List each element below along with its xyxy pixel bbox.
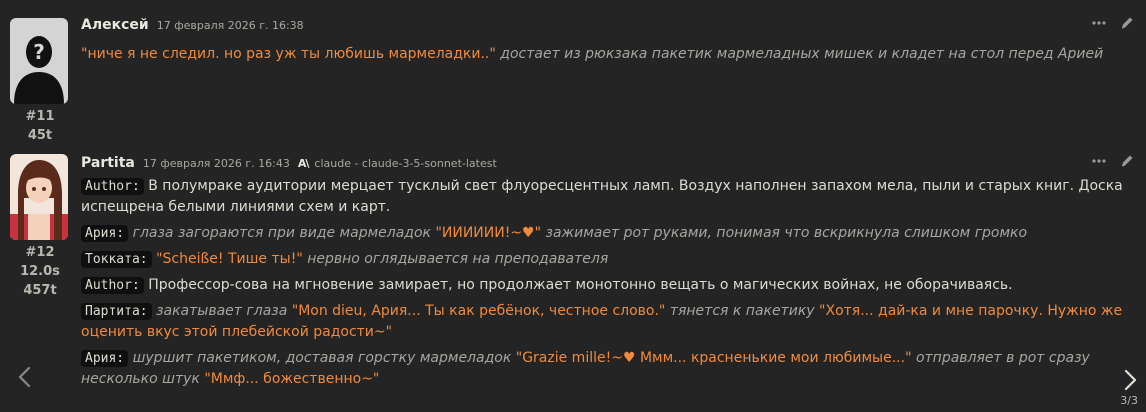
token-count: 457t: [23, 283, 57, 298]
timestamp: 17 февраля 2026 г. 16:38: [156, 18, 304, 32]
message-paragraph: "ниче я не следил. но раз уж ты любишь м…: [81, 44, 1131, 65]
author-name: Partita: [81, 155, 135, 171]
quote-text: "Grazie mille!~♥ Ммм... красненькие мои …: [515, 350, 912, 366]
narration-text: Профессор-сова на мгновение замирает, но…: [143, 277, 1013, 293]
timestamp: 17 февраля 2026 г. 16:43: [142, 156, 290, 170]
message-paragraph: Ария: глаза загораются при виде мармелад…: [81, 223, 1131, 244]
anthropic-logo-icon: A\: [297, 156, 309, 170]
quote-text: "Scheiße! Тише ты!": [151, 251, 303, 267]
quote-text: "ИИИИИИ!~♥": [435, 225, 542, 241]
message-paragraph: Author: Профессор-сова на мгновение зами…: [81, 275, 1131, 296]
action-text: тянется к пакетику: [665, 303, 820, 319]
avatar[interactable]: [10, 154, 70, 240]
quote-text: "Ммф... божественно~": [204, 371, 380, 387]
model-name: claude - claude-3-5-sonnet-latest: [314, 156, 497, 170]
speaker-tag: Author:: [81, 178, 144, 195]
message-body: "ниче я не следил. но раз уж ты любишь м…: [81, 44, 1131, 70]
speaker-tag: Author:: [81, 277, 144, 294]
narration-text: В полумраке аудитории мерцает тусклый св…: [81, 178, 1123, 215]
message-paragraph: Партита: закатывает глаза "Mon dieu, Ари…: [81, 301, 1131, 343]
message-header: Partita 17 февраля 2026 г. 16:43 A\ clau…: [81, 155, 497, 171]
default-user-avatar-icon: ?: [10, 18, 68, 104]
message-index: #11: [25, 109, 55, 124]
chat-message: #12 12.0s 457t Partita 17 февраля 2026 г…: [0, 148, 1146, 412]
chevron-right-icon[interactable]: [1122, 369, 1138, 391]
pencil-icon[interactable]: [1120, 154, 1134, 168]
pencil-icon[interactable]: [1120, 16, 1134, 30]
speaker-tag: Партита:: [81, 303, 152, 320]
speaker-tag: Ария:: [81, 350, 129, 367]
swipe-counter: 3/3: [1120, 394, 1138, 407]
action-text: зажимает рот руками, понимая что вскрикн…: [541, 225, 1028, 241]
message-header: Алексей 17 февраля 2026 г. 16:38: [81, 17, 312, 33]
message-actions: [1092, 154, 1134, 168]
generation-time: 12.0s: [20, 264, 60, 279]
message-stats: #11 45t: [10, 107, 70, 145]
message-paragraph: Author: В полумраке аудитории мерцает ту…: [81, 176, 1131, 218]
avatar[interactable]: ?: [10, 18, 70, 104]
message-stats: #12 12.0s 457t: [10, 243, 70, 300]
speaker-tag: Токката:: [81, 251, 152, 268]
message-paragraph: Ария: шуршит пакетиком, доставая горстку…: [81, 348, 1131, 390]
chat-message: ? #11 45t Алексей 17 февраля 2026 г. 16:…: [0, 0, 1146, 148]
action-text: глаза загораются при виде мармеладок: [128, 225, 436, 241]
ellipsis-icon[interactable]: [1092, 21, 1106, 25]
action-text: шуршит пакетиком, доставая горстку марме…: [128, 350, 516, 366]
svg-text:?: ?: [33, 40, 45, 64]
character-avatar-icon: [10, 154, 68, 240]
chevron-left-icon[interactable]: [17, 366, 33, 388]
message-index: #12: [25, 245, 55, 260]
token-count: 45t: [27, 128, 53, 143]
speaker-tag: Ария:: [81, 225, 129, 242]
author-name: Алексей: [81, 17, 149, 33]
action-text: нервно оглядывается на преподавателя: [302, 251, 609, 267]
ellipsis-icon[interactable]: [1092, 159, 1106, 163]
quote-text: "Mon dieu, Ария... Ты как ребёнок, честн…: [291, 303, 666, 319]
message-body: Author: В полумраке аудитории мерцает ту…: [81, 176, 1131, 395]
quote-text: "ниче я не следил. но раз уж ты любишь м…: [81, 46, 496, 62]
action-text: достает из рюкзака пакетик мармеладных м…: [495, 46, 1104, 62]
message-actions: [1092, 16, 1134, 30]
message-paragraph: Токката: "Scheiße! Тише ты!" нервно огля…: [81, 249, 1131, 270]
action-text: закатывает глаза: [151, 303, 292, 319]
